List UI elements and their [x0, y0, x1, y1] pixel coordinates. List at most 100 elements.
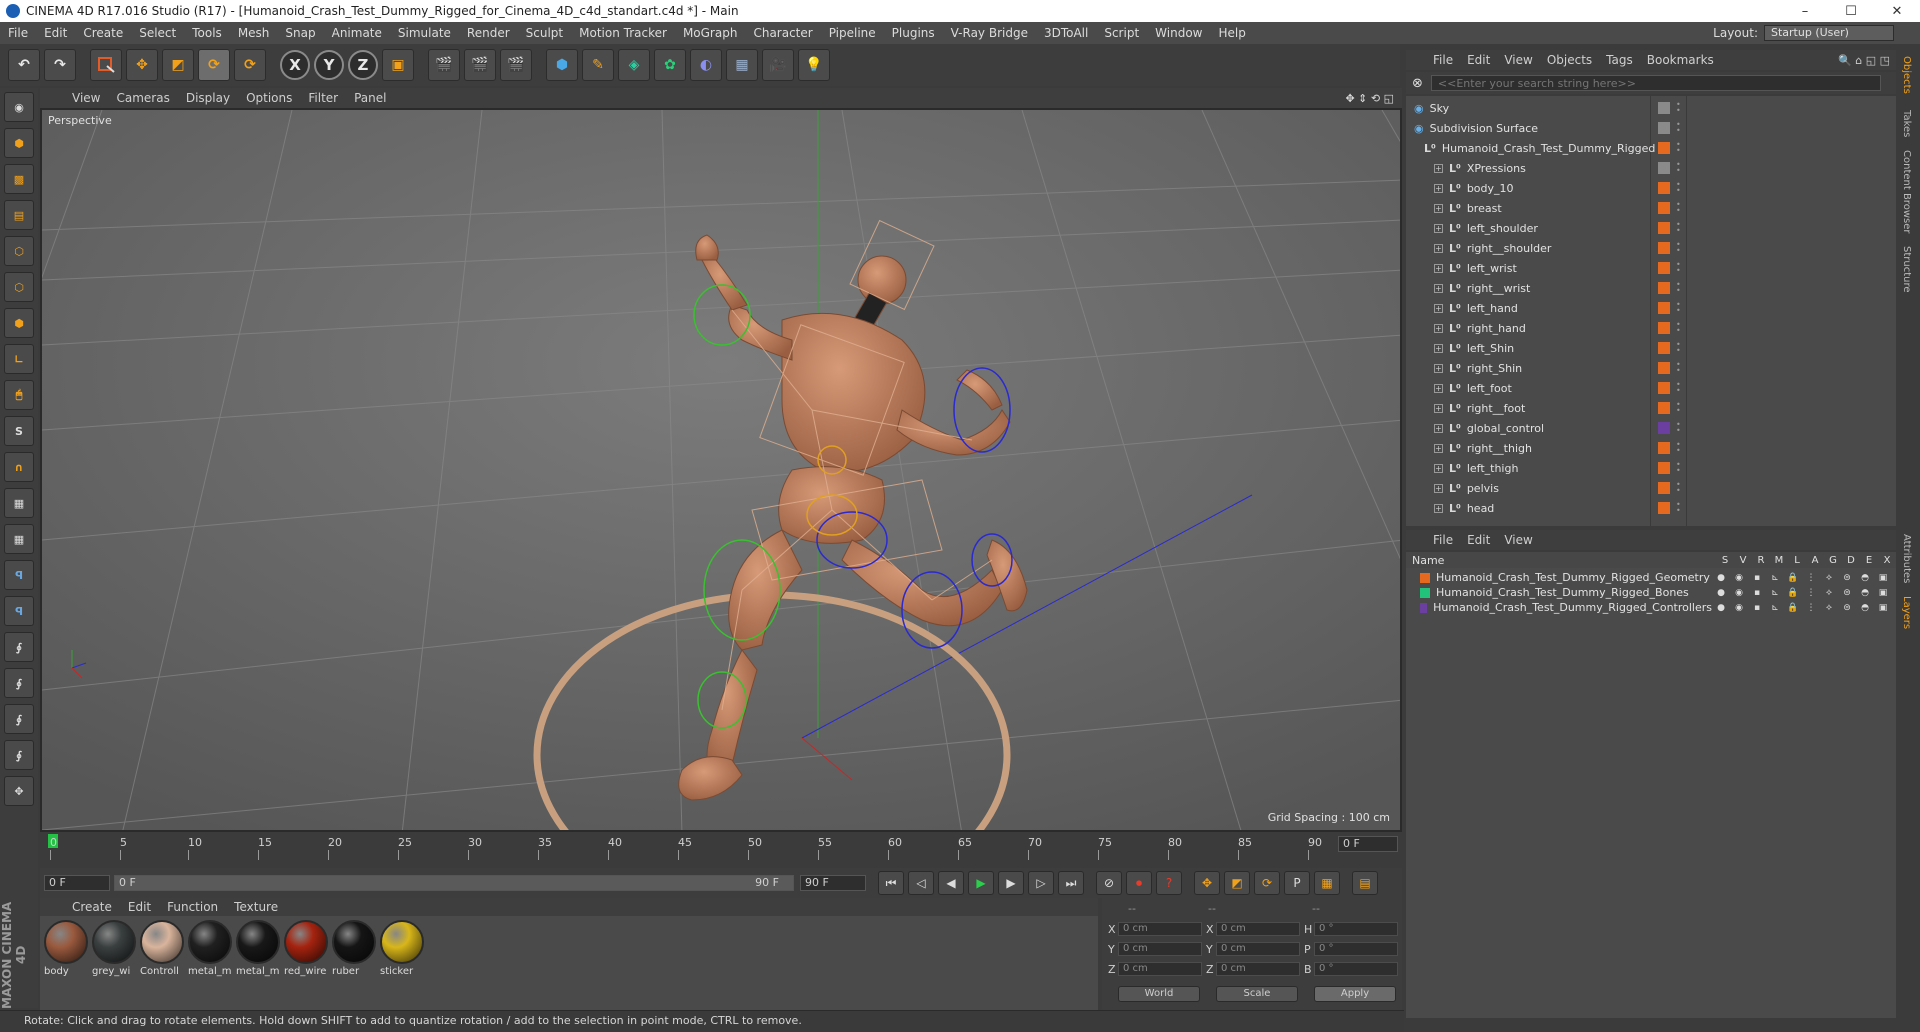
layer-col-expressions[interactable]: E	[1860, 555, 1878, 566]
viewport-menu-cameras[interactable]: Cameras	[108, 91, 177, 105]
expand-toggle-icon[interactable]: +	[1434, 343, 1443, 353]
menu-mesh[interactable]: Mesh	[230, 26, 278, 40]
key-scale-icon[interactable]: ◩	[1224, 871, 1250, 895]
layer-color-swatch[interactable]	[1658, 222, 1670, 234]
layer-flag-icon[interactable]: ◓	[1856, 573, 1874, 583]
layer-color-swatch[interactable]	[1658, 202, 1670, 214]
object-row[interactable]: + L⁰ right_Shin • •	[1406, 358, 1882, 378]
expand-toggle-icon[interactable]: +	[1434, 303, 1443, 313]
sculpt-brush-icon[interactable]: ∮	[4, 632, 34, 662]
z-axis-button[interactable]: Z	[348, 50, 378, 80]
layout-select[interactable]: Startup (User)	[1764, 25, 1894, 41]
coordinate-system-icon[interactable]: ▣	[382, 49, 414, 81]
visibility-dots-icon[interactable]: • •	[1676, 501, 1681, 515]
object-row[interactable]: + L⁰ right__foot • •	[1406, 398, 1882, 418]
layer-color-swatch[interactable]	[1658, 322, 1670, 334]
expand-toggle-icon[interactable]: +	[1434, 403, 1443, 413]
array-generator-icon[interactable]: ✿	[654, 49, 686, 81]
layer-flag-icon[interactable]: ◉	[1730, 603, 1748, 613]
layer-flag-icon[interactable]: ▣	[1874, 603, 1892, 613]
layer-flag-icon[interactable]: ⊜	[1838, 573, 1856, 583]
undo-button[interactable]: ↶	[8, 49, 40, 81]
sculpt-flatten-icon[interactable]: ∮	[4, 740, 34, 770]
edges-mode-icon[interactable]: ⬡	[4, 272, 34, 302]
frame-range-slider[interactable]: 0 F 90 F	[114, 875, 794, 891]
menu-snap[interactable]: Snap	[277, 26, 323, 40]
object-row[interactable]: + L⁰ pelvis • •	[1406, 478, 1882, 498]
layer-color-swatch[interactable]	[1658, 162, 1670, 174]
position-y-field[interactable]: 0 cm	[1118, 942, 1202, 956]
object-row[interactable]: ◉ Sky • •	[1406, 98, 1882, 118]
object-row[interactable]: + L⁰ XPressions • •	[1406, 158, 1882, 178]
layer-col-view[interactable]: V	[1734, 555, 1752, 566]
material-swatch[interactable]: metal_m	[188, 920, 232, 977]
workplane-lock-icon[interactable]: ▦	[4, 488, 34, 518]
end-frame-field[interactable]: 90 F	[800, 875, 866, 891]
layer-color-swatch[interactable]	[1658, 242, 1670, 254]
layer-flag-icon[interactable]: ⟡	[1820, 573, 1838, 583]
layer-col-render[interactable]: R	[1752, 555, 1770, 566]
layer-flag-icon[interactable]: ⊾	[1766, 573, 1784, 583]
layer-flag-icon[interactable]: ⊜	[1838, 603, 1856, 613]
material-swatch[interactable]: body	[44, 920, 88, 977]
visibility-dots-icon[interactable]: • •	[1676, 281, 1681, 295]
object-row[interactable]: + L⁰ right_hand • •	[1406, 318, 1882, 338]
menu-simulate[interactable]: Simulate	[390, 26, 459, 40]
visibility-dots-icon[interactable]: • •	[1676, 241, 1681, 255]
next-key-icon[interactable]: ▷	[1028, 871, 1054, 895]
viewport-menu-view[interactable]: View	[64, 91, 108, 105]
object-row[interactable]: L⁰ Humanoid_Crash_Test_Dummy_Rigged • •	[1406, 138, 1882, 158]
lm-menu-file[interactable]: File	[1426, 533, 1460, 547]
layer-col-generators[interactable]: G	[1824, 555, 1842, 566]
expand-toggle-icon[interactable]: +	[1434, 503, 1443, 513]
floor-icon[interactable]: ▦	[726, 49, 758, 81]
layer-flag-icon[interactable]: ▣	[1874, 588, 1892, 598]
layer-color-swatch[interactable]	[1658, 182, 1670, 194]
layer-color-swatch[interactable]	[1658, 422, 1670, 434]
play-icon[interactable]: ▶	[968, 871, 994, 895]
snapping-icon[interactable]: S	[4, 416, 34, 446]
object-row[interactable]: + L⁰ right__thigh • •	[1406, 438, 1882, 458]
layer-color-swatch[interactable]	[1658, 302, 1670, 314]
recent-tools-icon[interactable]: ⟳	[234, 49, 266, 81]
object-row[interactable]: ◉ Subdivision Surface • •	[1406, 118, 1882, 138]
visibility-dots-icon[interactable]: • •	[1676, 181, 1681, 195]
visibility-dots-icon[interactable]: • •	[1676, 341, 1681, 355]
layer-color-swatch[interactable]	[1420, 602, 1428, 613]
layer-col-deformers[interactable]: D	[1842, 555, 1860, 566]
layer-flag-icon[interactable]: ⊜	[1838, 588, 1856, 598]
viewport-menu-panel[interactable]: Panel	[346, 91, 394, 105]
om-menu-file[interactable]: File	[1426, 53, 1460, 67]
visibility-dots-icon[interactable]: • •	[1676, 261, 1681, 275]
key-rotation-icon[interactable]: ⟳	[1254, 871, 1280, 895]
tab-objects[interactable]: Objects	[1901, 56, 1912, 94]
tweak-mode-icon[interactable]: 🖱	[4, 380, 34, 410]
previous-frame-icon[interactable]: ◀	[938, 871, 964, 895]
layer-color-swatch[interactable]	[1420, 572, 1430, 583]
layer-col-locked[interactable]: L	[1788, 555, 1806, 566]
viewport-menu-display[interactable]: Display	[178, 91, 238, 105]
coordinate-space-dropdown[interactable]: World	[1118, 986, 1200, 1002]
render-settings-icon[interactable]: 🎬	[500, 49, 532, 81]
layer-flag-icon[interactable]: ⟡	[1820, 603, 1838, 613]
expand-toggle-icon[interactable]: +	[1434, 183, 1443, 193]
points-mode-icon[interactable]: ⬡	[4, 236, 34, 266]
deformer-icon[interactable]: ◐	[690, 49, 722, 81]
visibility-dots-icon[interactable]: • •	[1676, 481, 1681, 495]
expand-toggle-icon[interactable]: +	[1434, 423, 1443, 433]
model-mode-icon[interactable]: ⬢	[4, 128, 34, 158]
go-to-start-icon[interactable]: ⏮	[878, 871, 904, 895]
autokeying-icon[interactable]: ?	[1156, 871, 1182, 895]
python-script-icon[interactable]: ꟼ	[4, 596, 34, 626]
layer-flag-icon[interactable]: ⋮	[1802, 573, 1820, 583]
object-search-input[interactable]	[1430, 75, 1881, 91]
expand-toggle-icon[interactable]: +	[1434, 483, 1443, 493]
subdivision-surface-icon[interactable]: ◈	[618, 49, 650, 81]
clear-search-icon[interactable]: ⊗	[1412, 76, 1423, 91]
close-button[interactable]: ✕	[1874, 4, 1920, 19]
layer-color-swatch[interactable]	[1658, 442, 1670, 454]
timeline-ruler[interactable]: 0 5 10 15 20 25 30 35 40 45 50 55 60 65 …	[40, 834, 1402, 868]
material-swatch[interactable]: red_wire	[284, 920, 328, 977]
tab-content-browser[interactable]: Content Browser	[1901, 150, 1912, 233]
render-view-icon[interactable]: 🎬	[428, 49, 460, 81]
